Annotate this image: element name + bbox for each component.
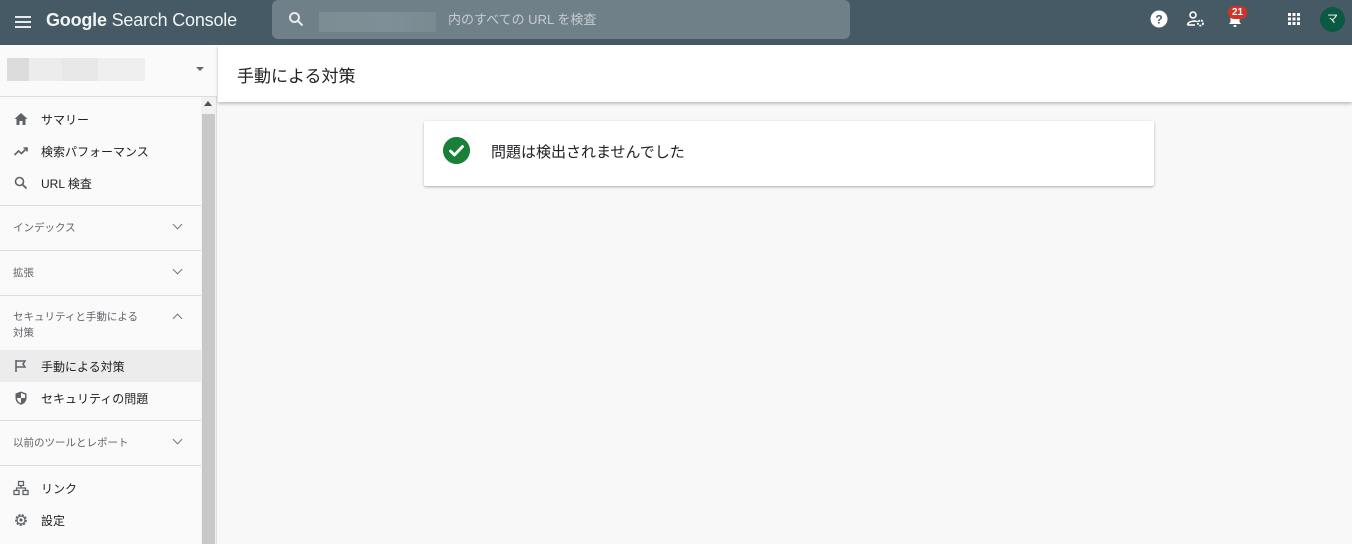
sidebar-item-label: 検索パフォーマンス [41, 145, 149, 159]
page-title: 手動による対策 [237, 67, 356, 86]
top-app-bar: Google Search Console ? 21 マ [0, 0, 1352, 45]
sidebar-item-label: リンク [41, 482, 78, 496]
status-message: 問題は検出されませんでした [491, 144, 685, 161]
section-security-manual-actions[interactable]: セキュリティと手動による 対策 [0, 296, 201, 346]
apps-grid-icon[interactable] [1284, 9, 1304, 29]
sidebar-item-label: 手動による対策 [41, 360, 125, 374]
sidebar-item-label: セキュリティの問題 [41, 392, 149, 406]
sidebar-item-label: URL 検査 [41, 177, 92, 191]
svg-text:?: ? [1155, 13, 1162, 27]
section-label: インデックス [13, 222, 76, 234]
logo-product: Search Console [111, 10, 237, 30]
divider [0, 465, 201, 466]
section-label: 以前のツールとレポート [13, 437, 129, 449]
chevron-down-icon [172, 434, 183, 445]
scrollbar-thumb[interactable] [202, 114, 215, 544]
help-icon[interactable]: ? [1149, 9, 1169, 29]
sidebar-nav: サマリー 検索パフォーマンス URL 検査 インデックス 拡張 セキュリティと手… [0, 97, 201, 544]
sidebar-item-links[interactable]: リンク [0, 472, 201, 504]
section-label-line2: 対策 [13, 327, 34, 339]
sidebar-item-performance[interactable]: 検索パフォーマンス [0, 135, 201, 167]
home-icon [14, 113, 28, 125]
chevron-down-icon [172, 264, 183, 275]
search-icon [289, 12, 304, 27]
section-legacy-tools[interactable]: 以前のツールとレポート [0, 421, 201, 465]
menu-icon[interactable] [12, 11, 34, 33]
sidebar-item-security-issues[interactable]: セキュリティの問題 [0, 382, 201, 414]
page-header: 手動による対策 [218, 45, 1352, 102]
scroll-up-arrow-icon[interactable] [204, 101, 212, 106]
sidebar-item-label: 設定 [41, 514, 66, 528]
sidebar-item-url-inspection[interactable]: URL 検査 [0, 167, 201, 199]
sidebar-item-settings[interactable]: 設定 [0, 504, 201, 536]
check-circle-icon [443, 137, 470, 164]
sidebar-item-manual-actions[interactable]: 手動による対策 [0, 350, 201, 382]
section-enhancements[interactable]: 拡張 [0, 251, 201, 295]
gear-icon [15, 514, 27, 526]
status-card: 問題は検出されませんでした [424, 121, 1154, 186]
redacted-property-name [7, 58, 145, 81]
sidebar-item-summary[interactable]: サマリー [0, 103, 201, 135]
notification-count-badge: 21 [1228, 6, 1247, 19]
logo-google: Google [46, 10, 107, 30]
sidebar: サマリー 検索パフォーマンス URL 検査 インデックス 拡張 セキュリティと手… [0, 45, 217, 544]
property-selector[interactable] [0, 45, 217, 97]
section-label: 拡張 [13, 267, 34, 279]
avatar[interactable]: マ [1320, 7, 1345, 32]
sitemap-links-icon [13, 480, 29, 496]
url-inspect-input[interactable] [448, 8, 828, 30]
shield-icon [15, 391, 27, 405]
sidebar-scrollbar[interactable] [201, 97, 216, 544]
section-index[interactable]: インデックス [0, 206, 201, 250]
chevron-down-icon [172, 219, 183, 230]
redacted-property-name [319, 12, 436, 32]
admin-settings-icon[interactable] [1186, 9, 1206, 29]
sidebar-item-label: サマリー [41, 113, 90, 127]
dropdown-caret-icon [196, 67, 204, 71]
trending-up-icon [13, 147, 28, 156]
flag-icon [15, 360, 27, 372]
app-logo[interactable]: Google Search Console [46, 10, 237, 31]
search-icon [14, 176, 28, 190]
chevron-up-icon [172, 313, 183, 324]
section-label-line1: セキュリティと手動による [13, 311, 139, 323]
url-inspect-search-bar[interactable] [272, 0, 850, 39]
